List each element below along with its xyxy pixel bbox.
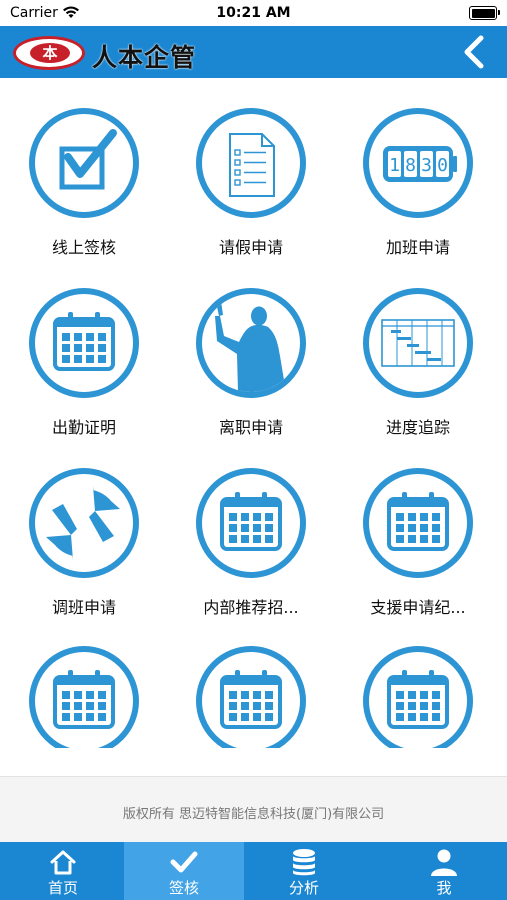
calendar-icon [196,646,306,748]
logo-badge: 本 [30,43,70,63]
calendar-icon [29,646,139,748]
calendar-icon [363,646,473,748]
calendar-icon [363,468,473,578]
logo: 本 [13,36,85,70]
tab-label: 我 [436,879,452,897]
checkmark-icon [170,851,198,873]
clock-digit-1: 1 [389,155,400,176]
status-bar: Carrier 10:21 AM [0,0,507,26]
gantt-chart-icon [363,288,473,398]
battery-icon [469,6,500,20]
bottom-tab-bar: 首页 签核 分析 我 [0,842,507,900]
calendar-icon [196,468,306,578]
status-time: 10:21 AM [216,5,291,21]
checkbox-icon [29,108,139,218]
tile-label: 进度追踪 [385,418,450,437]
app-title: 人本企管 [92,43,197,72]
person-waving-icon [196,288,306,398]
database-icon [293,849,315,876]
tab-label: 分析 [288,879,319,897]
swap-arrows-icon [29,468,139,578]
calendar-icon [29,288,139,398]
clock-digit-2: 8 [405,155,416,176]
digital-clock-icon: 1 8 3 0 [363,108,473,218]
clock-digit-3: 3 [421,155,432,176]
battery-fill [471,8,495,18]
tab-home[interactable]: 首页 [3,842,123,900]
tile-label: 加班申请 [385,238,450,257]
copyright-text: 版权所有 思迈特智能信息科技(厦门)有限公司 [122,807,385,822]
user-icon [431,849,457,876]
tile-label: 出勤证明 [51,418,116,437]
tile-label: 线上签核 [51,238,116,257]
home-icon [50,850,76,875]
tile-label: 内部推荐招... [203,598,299,617]
tab-analysis[interactable]: 分析 [244,842,364,900]
tab-approval[interactable]: 签核 [124,842,244,900]
document-list-icon [196,108,306,218]
tile-label: 离职申请 [218,418,283,437]
tab-label: 签核 [168,879,199,897]
tile-label: 请假申请 [218,238,283,257]
chevron-left-icon [464,35,484,69]
function-grid: 线上签核 请假申请 1 8 3 0 加班申请 出勤证明 离职申请 进度追踪 调班… [0,78,507,748]
footer: 版权所有 思迈特智能信息科技(厦门)有限公司 [0,776,507,843]
tile-label: 调班申请 [51,598,116,617]
tab-me[interactable]: 我 [384,842,504,900]
tab-label: 首页 [47,879,78,897]
nav-bar: 本 人本企管 [0,26,507,78]
back-button[interactable] [457,32,493,72]
clock-digit-4: 0 [437,155,448,176]
tile-label: 支援申请纪... [370,598,466,617]
